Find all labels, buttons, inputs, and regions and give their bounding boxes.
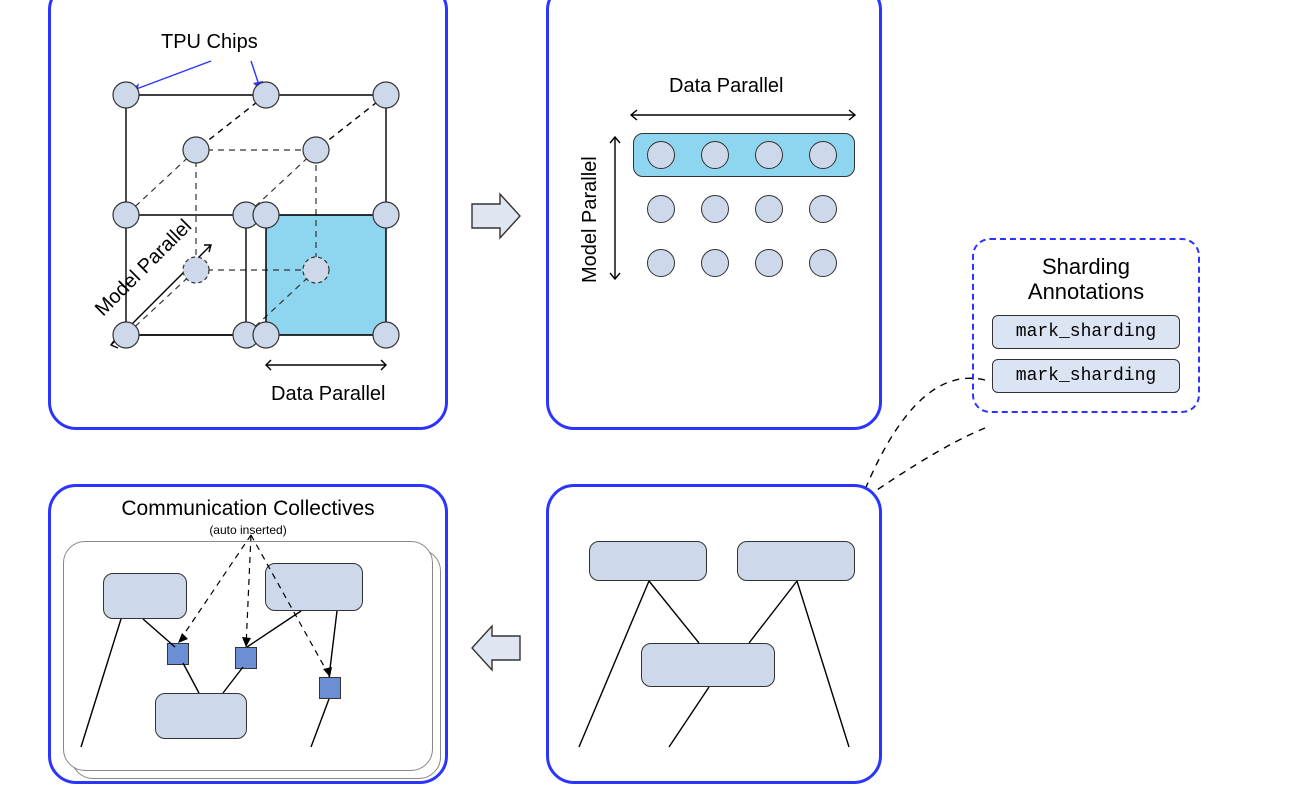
- sharding-title-line1: Sharding: [1042, 254, 1130, 279]
- collectives-edges: [51, 487, 451, 787]
- mesh-node: [647, 195, 675, 223]
- mesh-node: [809, 249, 837, 277]
- mesh-node: [755, 249, 783, 277]
- arrow-right-1: [468, 188, 524, 244]
- mesh-node: [701, 249, 729, 277]
- mesh-node: [701, 141, 729, 169]
- mesh-node: [701, 195, 729, 223]
- model-parallel-mesh-label: Model Parallel: [579, 133, 602, 283]
- sharding-annotations-box: Sharding Annotations mark_sharding mark_…: [972, 238, 1200, 413]
- data-parallel-arrow: [627, 107, 859, 123]
- mesh-node: [647, 141, 675, 169]
- data-parallel-cube-label: Data Parallel: [271, 383, 386, 406]
- mesh-node: [755, 195, 783, 223]
- mark-sharding-chip-1: mark_sharding: [992, 315, 1180, 349]
- arrow-left-1: [468, 620, 524, 676]
- data-parallel-mesh-label: Data Parallel: [669, 75, 784, 98]
- panel-graph: [546, 484, 882, 784]
- mesh-node: [755, 141, 783, 169]
- panel-collectives: Communication Collectives (auto inserted…: [48, 484, 448, 784]
- mark-sharding-chip-2: mark_sharding: [992, 359, 1180, 393]
- model-parallel-arrow: [607, 133, 623, 283]
- mesh-node: [809, 141, 837, 169]
- panel-physical-mesh: Physical Mesh TPU Chips: [48, 0, 448, 430]
- graph-edges: [549, 487, 885, 787]
- sharding-title: Sharding Annotations: [992, 254, 1180, 305]
- physical-mesh-cube: [101, 45, 431, 405]
- sharding-title-line2: Annotations: [1028, 279, 1144, 304]
- mesh-node: [647, 249, 675, 277]
- mesh-node: [809, 195, 837, 223]
